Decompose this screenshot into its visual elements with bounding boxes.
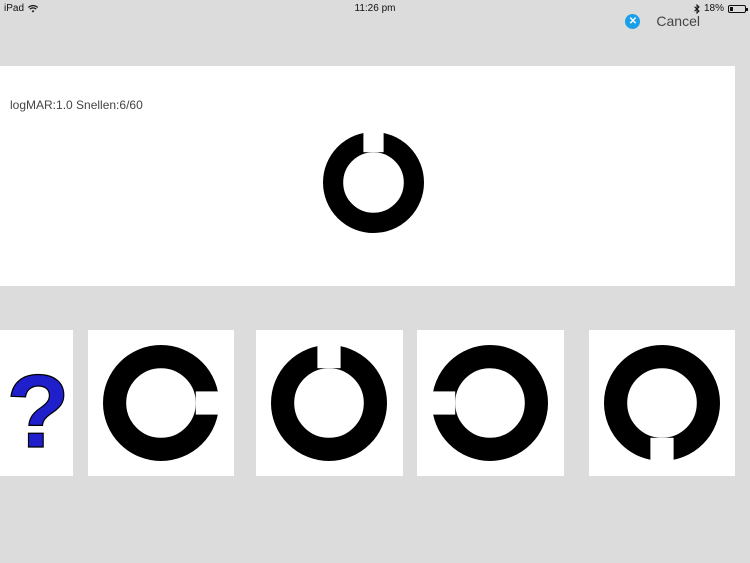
landolt-c-down-icon[interactable]	[604, 345, 720, 461]
status-right: 18%	[694, 3, 748, 14]
choice-gap-left[interactable]	[417, 330, 564, 476]
cancel-button[interactable]: ✕ Cancel	[625, 13, 700, 29]
choice-gap-up[interactable]	[256, 330, 403, 476]
landolt-c-target	[323, 132, 424, 233]
cancel-label[interactable]: Cancel	[656, 13, 700, 29]
choice-gap-down[interactable]	[589, 330, 735, 476]
bluetooth-icon	[694, 3, 700, 14]
svg-text:?: ?	[6, 354, 70, 470]
landolt-c-up-icon[interactable]	[271, 345, 387, 461]
landolt-c-left-icon[interactable]	[432, 345, 548, 461]
battery-fill	[730, 6, 733, 11]
question-mark-icon[interactable]: ?	[0, 330, 73, 476]
choice-gap-right[interactable]	[88, 330, 234, 476]
test-display-panel: logMAR:1.0 Snellen:6/60	[0, 66, 735, 286]
help-button[interactable]: ?	[0, 330, 73, 476]
landolt-c-right-icon[interactable]	[103, 345, 219, 461]
battery-percent: 18%	[703, 3, 724, 14]
battery-icon	[728, 4, 748, 13]
acuity-label: logMAR:1.0 Snellen:6/60	[10, 98, 143, 112]
close-circle-icon[interactable]: ✕	[625, 13, 641, 29]
